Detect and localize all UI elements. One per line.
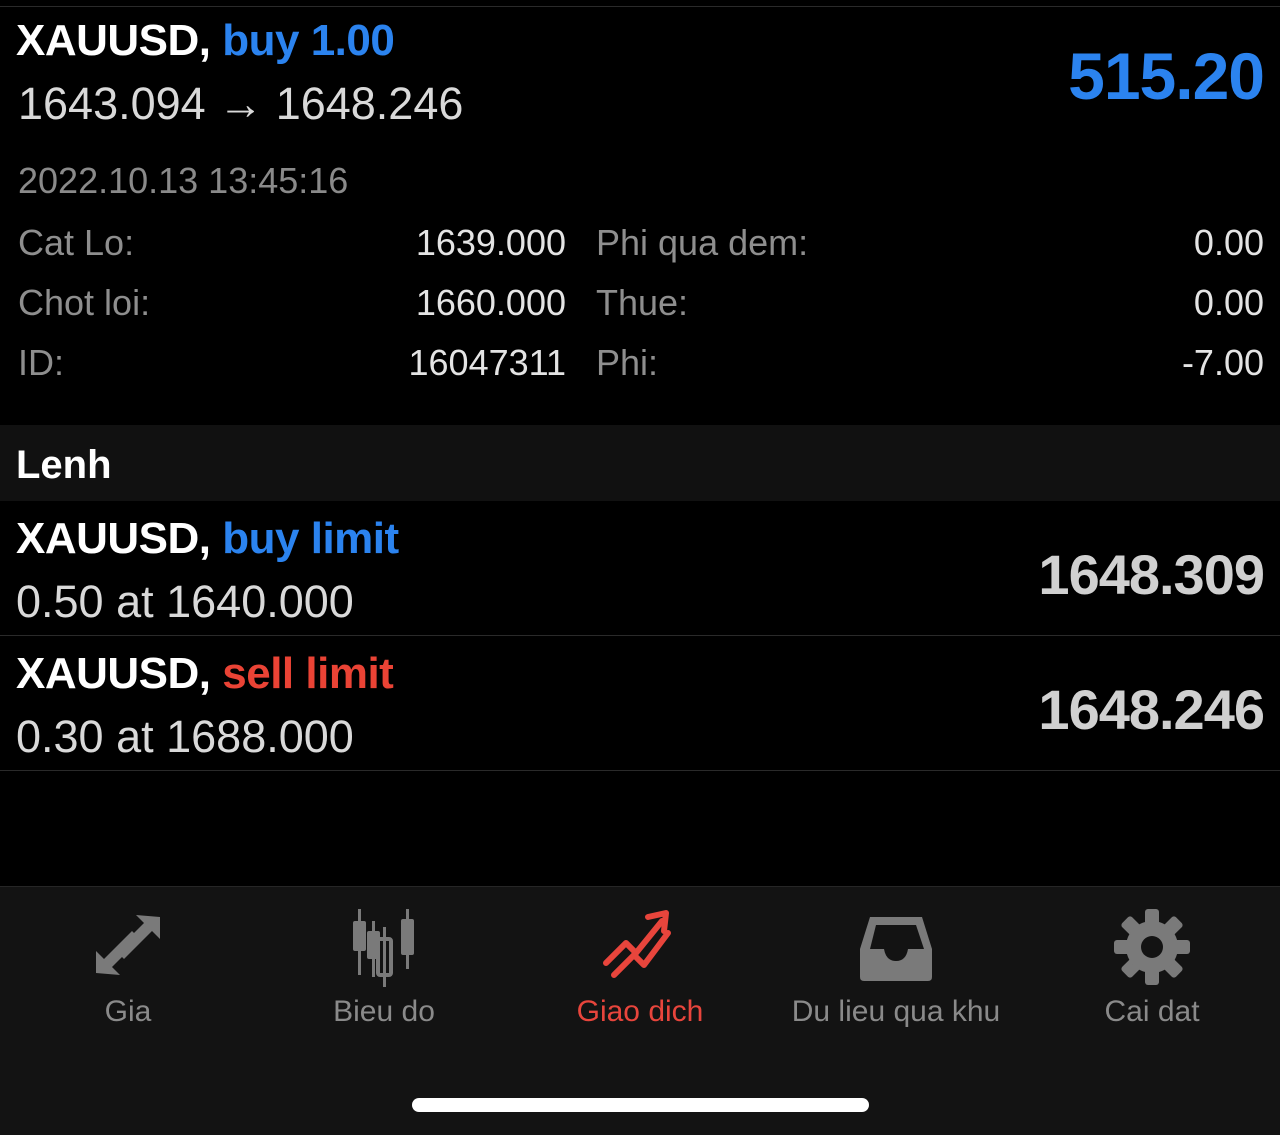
- position-symbol: XAUUSD,: [16, 16, 211, 65]
- order-price: 1648.246: [1038, 678, 1265, 741]
- order-detail: 0.50 at 1640.000: [16, 576, 354, 627]
- fee-value: -7.00: [1181, 342, 1264, 383]
- fee-label: Phi:: [596, 342, 659, 383]
- tax-label: Thue:: [596, 282, 689, 323]
- order-symbol: XAUUSD,: [16, 649, 211, 698]
- take-profit-label: Chot loi:: [18, 282, 151, 323]
- candlestick-icon: [353, 909, 414, 987]
- tab-label: Cai dat: [1104, 995, 1200, 1028]
- order-detail: 0.30 at 1688.000: [16, 711, 354, 762]
- order-type: sell limit: [222, 649, 394, 698]
- position-time: 2022.10.13 13:45:16: [18, 160, 349, 201]
- swap-label: Phi qua dem:: [596, 222, 809, 263]
- order-title: XAUUSD, buy limit: [16, 514, 399, 564]
- position-side: buy 1.00: [222, 16, 395, 65]
- tab-label: Gia: [104, 995, 152, 1028]
- swap-value: 0.00: [1193, 222, 1264, 263]
- order-row[interactable]: XAUUSD, buy limit 0.50 at 1640.000 1648.…: [0, 502, 1280, 636]
- position-prices: 1643.094 → 1648.246: [18, 78, 464, 129]
- tab-chart[interactable]: Bieu do: [256, 887, 512, 1047]
- tab-history[interactable]: Du lieu qua khu: [768, 887, 1024, 1047]
- id-value: 16047311: [408, 342, 567, 383]
- order-symbol: XAUUSD,: [16, 514, 211, 563]
- order-title: XAUUSD, sell limit: [16, 649, 394, 699]
- gear-icon: [1114, 909, 1190, 985]
- position-title: XAUUSD, buy 1.00: [16, 16, 395, 66]
- tab-label: Bieu do: [333, 995, 435, 1028]
- stop-loss-value: 1639.000: [415, 222, 566, 263]
- inbox-icon: [860, 917, 932, 981]
- tab-label: Giao dich: [576, 995, 704, 1028]
- order-price: 1648.309: [1038, 543, 1265, 606]
- detail-row: Chot loi: 1660.000 Thue: 0.00: [0, 282, 1280, 332]
- order-row[interactable]: XAUUSD, sell limit 0.30 at 1688.000 1648…: [0, 637, 1280, 771]
- tab-trade[interactable]: Giao dich: [512, 887, 768, 1047]
- detail-row: ID: 16047311 Phi: -7.00: [0, 342, 1280, 392]
- arrows-icon: [96, 915, 160, 975]
- orders-section-title: Lenh: [16, 443, 112, 487]
- tab-settings[interactable]: Cai dat: [1024, 887, 1280, 1047]
- order-type: buy limit: [222, 514, 399, 563]
- orders-section-header: Lenh: [0, 425, 1280, 501]
- home-indicator[interactable]: [412, 1098, 869, 1112]
- tab-label: Du lieu qua khu: [791, 995, 1001, 1028]
- open-position[interactable]: XAUUSD, buy 1.00 1643.094 → 1648.246 515…: [0, 0, 1280, 425]
- id-label: ID:: [18, 342, 65, 383]
- trade-trend-icon: [603, 910, 671, 978]
- stop-loss-label: Cat Lo:: [18, 222, 135, 263]
- tab-quotes[interactable]: Gia: [0, 887, 256, 1047]
- detail-row: Cat Lo: 1639.000 Phi qua dem: 0.00: [0, 222, 1280, 272]
- take-profit-value: 1660.000: [415, 282, 566, 323]
- tax-value: 0.00: [1193, 282, 1264, 323]
- position-profit: 515.20: [1068, 39, 1265, 113]
